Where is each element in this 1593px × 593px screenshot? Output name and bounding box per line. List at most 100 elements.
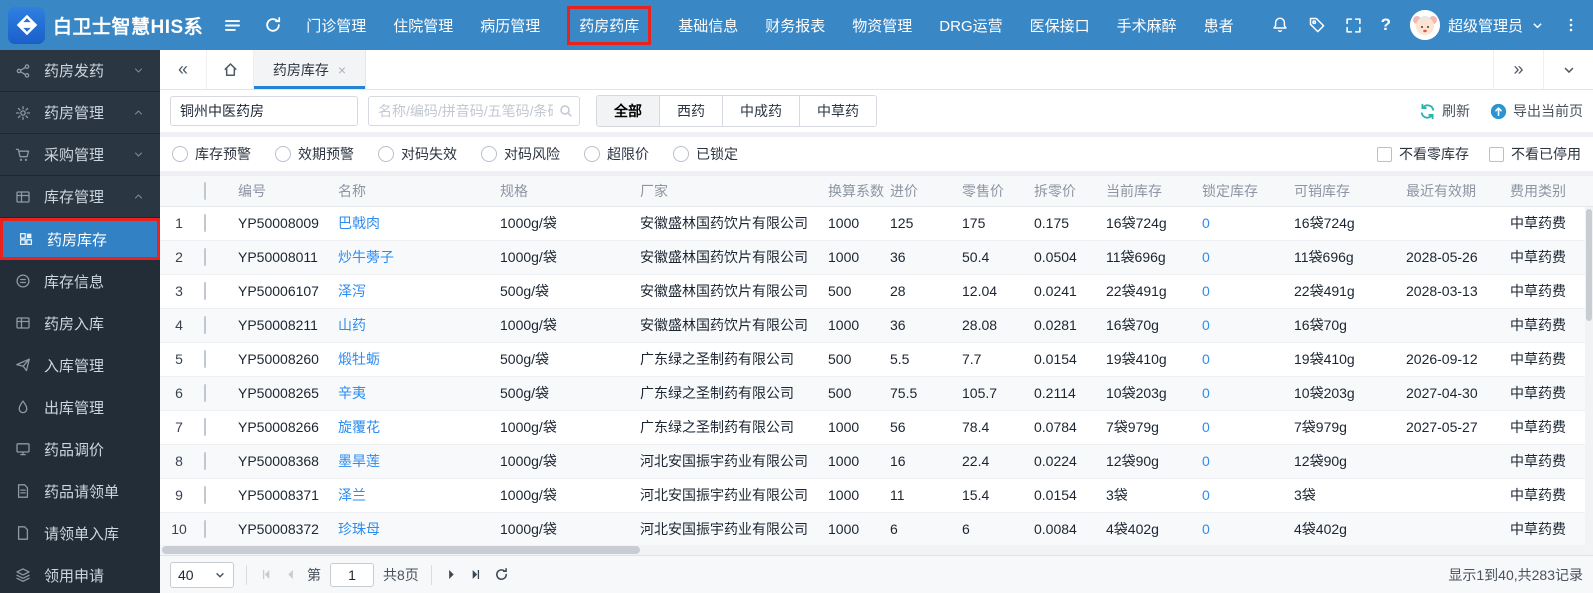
radio-filter-6[interactable]: 已锁定 — [673, 144, 738, 164]
drug-name-link[interactable]: 墨旱莲 — [332, 444, 494, 478]
row-checkbox[interactable] — [204, 384, 206, 402]
help-icon[interactable]: ? — [1381, 15, 1391, 35]
drug-name-link[interactable]: 珍珠母 — [332, 512, 494, 546]
pharmacy-select[interactable] — [170, 96, 358, 126]
fullscreen-icon[interactable] — [1345, 17, 1362, 34]
sidebar-item-8[interactable]: 入库管理 — [0, 344, 160, 386]
tab-close-icon[interactable]: × — [338, 62, 346, 78]
column-header-10[interactable]: 锁定库存 — [1196, 176, 1288, 206]
reload-icon[interactable] — [264, 16, 282, 34]
locked-stock-link[interactable]: 0 — [1196, 274, 1288, 308]
radio-filter-1[interactable]: 库存预警 — [172, 144, 251, 164]
topbar-menu-item-11[interactable]: 患者 — [1204, 15, 1234, 36]
locked-stock-link[interactable]: 0 — [1196, 444, 1288, 478]
locked-stock-link[interactable]: 0 — [1196, 240, 1288, 274]
topbar-menu-item-7[interactable]: 物资管理 — [852, 15, 912, 36]
locked-stock-link[interactable]: 0 — [1196, 206, 1288, 240]
next-page-button[interactable] — [444, 567, 459, 582]
sidebar-item-10[interactable]: 药品调价 — [0, 428, 160, 470]
drug-name-link[interactable]: 辛夷 — [332, 376, 494, 410]
collapse-menu-icon[interactable] — [223, 16, 242, 35]
topbar-menu-item-2[interactable]: 住院管理 — [393, 15, 453, 36]
locked-stock-link[interactable]: 0 — [1196, 308, 1288, 342]
horizontal-scrollbar[interactable] — [160, 545, 1585, 555]
vertical-scrollbar-thumb[interactable] — [1586, 209, 1592, 321]
reload-page-button[interactable] — [494, 567, 509, 582]
topbar-menu-item-4[interactable]: 药房药库 — [567, 6, 651, 45]
column-header-4[interactable]: 厂家 — [634, 176, 822, 206]
radio-filter-4[interactable]: 对码风险 — [481, 144, 560, 164]
sidebar-item-13[interactable]: 领用申请 — [0, 554, 160, 593]
sidebar-item-4[interactable]: 库存管理 — [0, 176, 160, 218]
drug-name-link[interactable]: 山药 — [332, 308, 494, 342]
column-header-2[interactable]: 名称 — [332, 176, 494, 206]
radio-filter-5[interactable]: 超限价 — [584, 144, 649, 164]
search-input[interactable] — [368, 96, 580, 126]
column-header-5[interactable]: 换算系数 — [822, 176, 884, 206]
row-checkbox[interactable] — [204, 248, 206, 266]
row-checkbox[interactable] — [204, 350, 206, 368]
page-size-select[interactable]: 40 — [170, 562, 234, 588]
sidebar-item-1[interactable]: 药房发药 — [0, 50, 160, 92]
drug-name-link[interactable]: 泽泻 — [332, 274, 494, 308]
row-checkbox[interactable] — [204, 486, 206, 504]
tab-pharmacy-stock[interactable]: 药房库存 × — [254, 50, 366, 89]
sidebar-item-3[interactable]: 采购管理 — [0, 134, 160, 176]
page-number-input[interactable] — [330, 563, 374, 587]
radio-filter-3[interactable]: 对码失效 — [378, 144, 457, 164]
last-page-button[interactable] — [468, 567, 483, 582]
vertical-scrollbar[interactable] — [1585, 207, 1593, 555]
locked-stock-link[interactable]: 0 — [1196, 342, 1288, 376]
tabs-scroll-left-button[interactable]: « — [160, 50, 207, 89]
row-checkbox[interactable] — [204, 282, 206, 300]
locked-stock-link[interactable]: 0 — [1196, 376, 1288, 410]
topbar-menu-item-10[interactable]: 手术麻醉 — [1117, 15, 1177, 36]
locked-stock-link[interactable]: 0 — [1196, 410, 1288, 444]
checkbox-filter-1[interactable]: 不看零库存 — [1377, 144, 1469, 164]
export-page-button[interactable]: 导出当前页 — [1490, 101, 1583, 121]
row-checkbox[interactable] — [204, 418, 206, 436]
row-checkbox[interactable] — [204, 520, 206, 538]
category-button-4[interactable]: 中草药 — [800, 96, 876, 126]
column-header-7[interactable]: 零售价 — [956, 176, 1028, 206]
topbar-menu-item-6[interactable]: 财务报表 — [765, 15, 825, 36]
horizontal-scrollbar-thumb[interactable] — [162, 546, 640, 554]
category-button-2[interactable]: 西药 — [660, 96, 723, 126]
tabs-list-button[interactable] — [1543, 50, 1593, 89]
column-header-9[interactable]: 当前库存 — [1100, 176, 1196, 206]
sidebar-item-5[interactable]: 药房库存 — [0, 218, 160, 260]
sidebar-item-11[interactable]: 药品请领单 — [0, 470, 160, 512]
column-header-8[interactable]: 拆零价 — [1028, 176, 1100, 206]
topbar-menu-item-9[interactable]: 医保接口 — [1030, 15, 1090, 36]
prev-page-button[interactable] — [283, 567, 298, 582]
column-header-13[interactable]: 费用类别 — [1504, 176, 1593, 206]
drug-name-link[interactable]: 炒牛蒡子 — [332, 240, 494, 274]
sidebar-item-6[interactable]: 库存信息 — [0, 260, 160, 302]
checkbox-filter-2[interactable]: 不看已停用 — [1489, 144, 1581, 164]
radio-filter-2[interactable]: 效期预警 — [275, 144, 354, 164]
row-checkbox[interactable] — [204, 316, 206, 334]
user-menu[interactable]: 超级管理员 — [1410, 10, 1544, 40]
column-header-12[interactable]: 最近有效期 — [1400, 176, 1504, 206]
bell-icon[interactable] — [1271, 16, 1289, 34]
tag-icon[interactable] — [1308, 16, 1326, 34]
home-tab-button[interactable] — [207, 50, 254, 89]
column-header-6[interactable]: 进价 — [884, 176, 956, 206]
column-header-3[interactable]: 规格 — [494, 176, 634, 206]
tabs-scroll-right-button[interactable]: » — [1493, 50, 1543, 89]
select-all-checkbox[interactable] — [204, 182, 206, 200]
drug-name-link[interactable]: 泽兰 — [332, 478, 494, 512]
row-checkbox[interactable] — [204, 452, 206, 470]
topbar-menu-item-3[interactable]: 病历管理 — [480, 15, 540, 36]
category-button-3[interactable]: 中成药 — [723, 96, 800, 126]
kebab-menu-icon[interactable] — [1563, 17, 1579, 33]
sidebar-item-2[interactable]: 药房管理 — [0, 92, 160, 134]
category-button-1[interactable]: 全部 — [597, 96, 660, 126]
first-page-button[interactable] — [259, 567, 274, 582]
locked-stock-link[interactable]: 0 — [1196, 478, 1288, 512]
drug-name-link[interactable]: 煅牡蛎 — [332, 342, 494, 376]
sidebar-item-9[interactable]: 出库管理 — [0, 386, 160, 428]
column-header-1[interactable]: 编号 — [232, 176, 332, 206]
row-checkbox[interactable] — [204, 214, 206, 232]
sidebar-item-12[interactable]: 请领单入库 — [0, 512, 160, 554]
